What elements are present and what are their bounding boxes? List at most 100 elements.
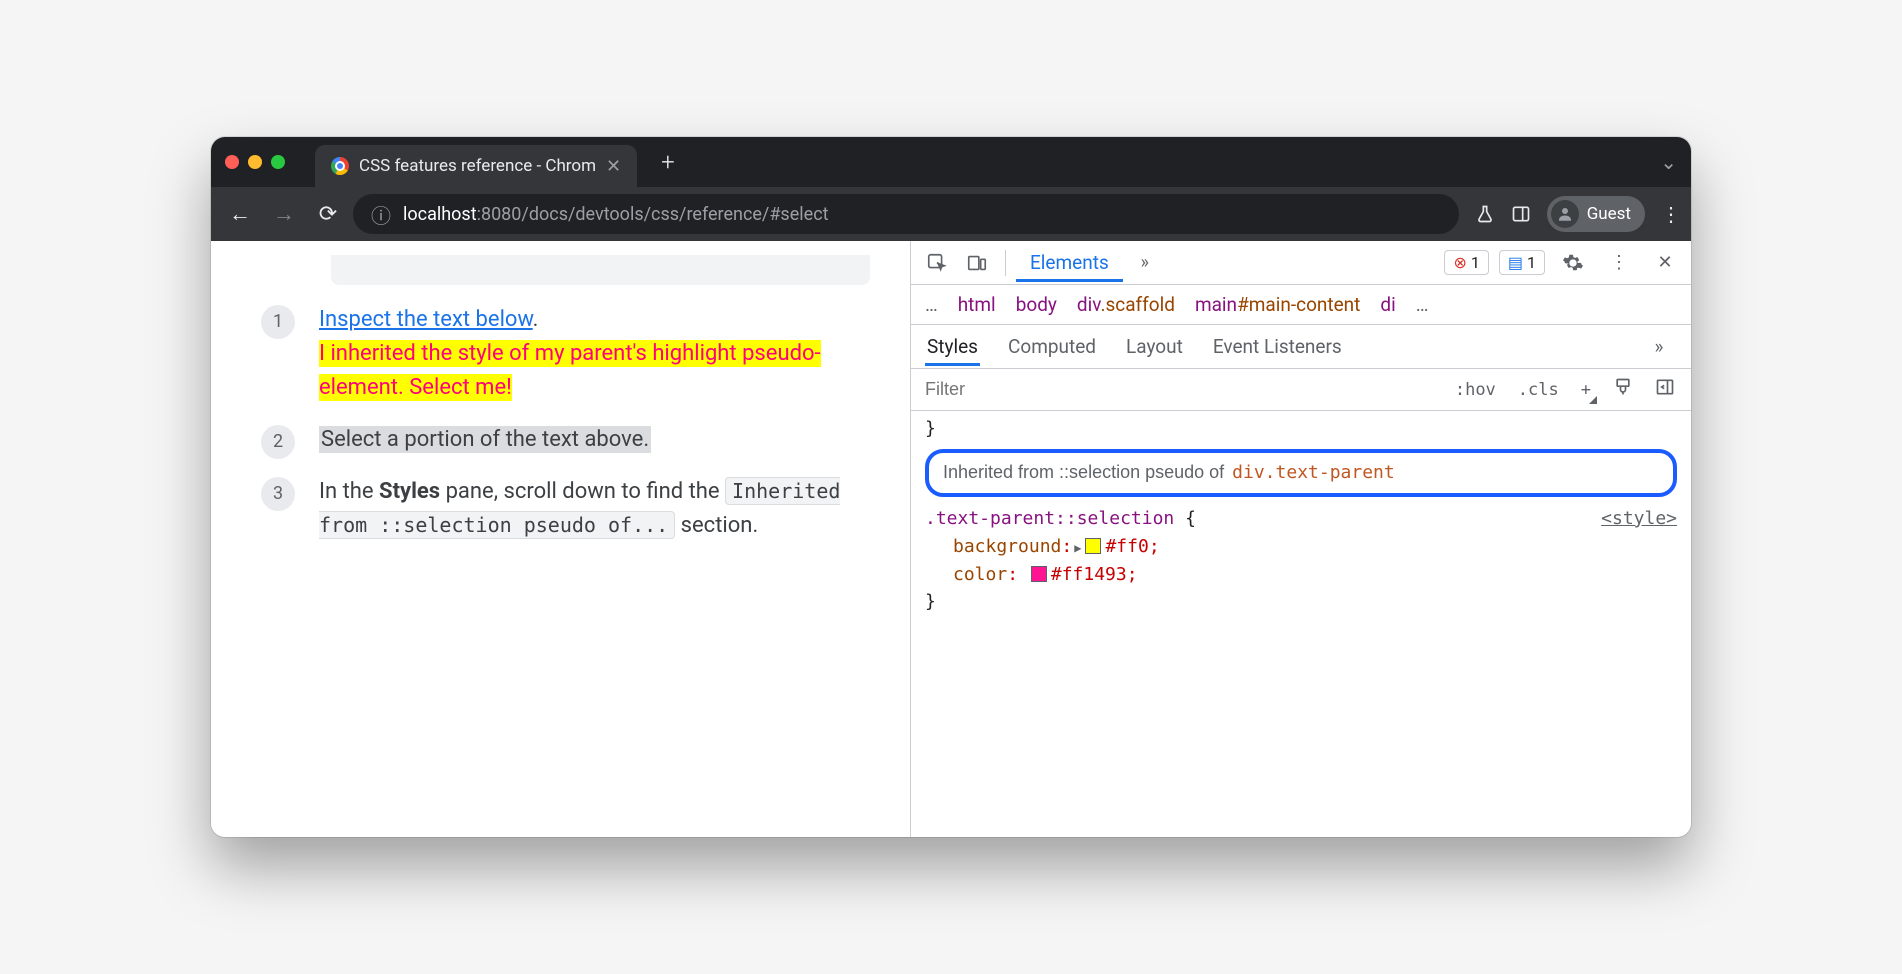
inspect-link[interactable]: Inspect the text below [319, 307, 533, 332]
separator [1005, 250, 1006, 276]
step3-mid: pane, scroll down to find the [440, 479, 725, 504]
chrome-favicon-icon [331, 157, 349, 175]
prop-color[interactable]: color: #ff1493; [953, 561, 1677, 589]
dom-breadcrumb: … html body div.scaffold main#main-conte… [911, 285, 1691, 325]
panel-icon[interactable] [1511, 204, 1531, 224]
site-info-icon[interactable]: ⓘ [371, 200, 391, 229]
rule-selector-wrap[interactable]: .text-parent::selection { [925, 505, 1196, 533]
bc-ellipsis-right[interactable]: … [1416, 293, 1429, 316]
tab-computed[interactable]: Computed [1006, 327, 1098, 366]
maximize-window-button[interactable] [271, 155, 285, 169]
inherited-selector: div.text-parent [1232, 459, 1395, 487]
step-1: Inspect the text below. I inherited the … [261, 303, 870, 405]
tab-elements[interactable]: Elements [1016, 243, 1123, 282]
page-content: Inspect the text below. I inherited the … [211, 241, 911, 837]
url-host: localhost [403, 204, 477, 225]
tabs-chevron-icon[interactable]: ⌄ [1660, 150, 1677, 174]
profile-guest-button[interactable]: Guest [1547, 196, 1645, 232]
minimize-window-button[interactable] [248, 155, 262, 169]
prev-rule-close: } [925, 415, 1677, 443]
traffic-lights [225, 155, 285, 169]
sidebar-toggle-icon[interactable] [1651, 375, 1679, 404]
color-swatch-icon[interactable] [1031, 566, 1047, 582]
styles-filter-row: :hov .cls + [911, 369, 1691, 411]
message-icon: ▤ [1508, 253, 1523, 272]
menu-icon[interactable]: ⋮ [1661, 202, 1681, 226]
hov-toggle[interactable]: :hov [1451, 378, 1500, 402]
inherited-text: Inherited from ::selection pseudo of [943, 459, 1224, 487]
bc-scaffold[interactable]: div.scaffold [1077, 293, 1175, 316]
brace-close: } [925, 588, 1677, 616]
browser-tab[interactable]: CSS features reference - Chrom ✕ [315, 145, 637, 187]
highlighted-text[interactable]: I inherited the style of my parent's hig… [319, 340, 821, 401]
styles-tabbar: Styles Computed Layout Event Listeners » [911, 325, 1691, 369]
prop-color-value: #ff1493 [1051, 564, 1127, 585]
url-port: :8080 [477, 204, 522, 225]
titlebar: CSS features reference - Chrom ✕ + ⌄ [211, 137, 1691, 187]
close-window-button[interactable] [225, 155, 239, 169]
device-toolbar-icon[interactable] [959, 245, 995, 281]
styles-more-icon[interactable]: » [1641, 329, 1677, 365]
new-tab-button[interactable]: + [661, 148, 675, 176]
tab-event-listeners[interactable]: Event Listeners [1211, 327, 1344, 366]
devtools-tabbar: Elements » ⊗1 ▤1 ⋮ ✕ [911, 241, 1691, 285]
close-devtools-icon[interactable]: ✕ [1647, 245, 1683, 281]
titlebar-right: ⌄ [1660, 150, 1677, 174]
messages-badge[interactable]: ▤1 [1499, 250, 1545, 275]
forward-button[interactable]: → [265, 195, 303, 233]
expand-icon[interactable]: ▶ [1074, 541, 1081, 555]
kebab-icon[interactable]: ⋮ [1601, 245, 1637, 281]
rule-selector-line: .text-parent::selection { <style> [925, 505, 1677, 533]
url-text: localhost:8080/docs/devtools/css/referen… [403, 204, 829, 225]
tab-styles[interactable]: Styles [925, 327, 980, 366]
rule-selector: .text-parent::selection [925, 508, 1174, 529]
tab-title: CSS features reference - Chrom [359, 156, 596, 176]
styles-filter-input[interactable] [911, 379, 1439, 400]
url-path: /docs/devtools/css/reference/#select [521, 204, 828, 225]
omnibox[interactable]: ⓘ localhost:8080/docs/devtools/css/refer… [353, 194, 1459, 234]
styles-body: } Inherited from ::selection pseudo of d… [911, 411, 1691, 636]
reload-button[interactable]: ⟳ [309, 195, 347, 233]
more-tabs-icon[interactable]: » [1127, 245, 1163, 281]
paintbrush-icon[interactable] [1609, 375, 1637, 404]
step2-text: Select a portion of the text above. [319, 426, 651, 453]
bc-di[interactable]: di [1380, 293, 1395, 316]
brace-open: { [1174, 508, 1196, 529]
bc-main[interactable]: main#main-content [1195, 293, 1360, 316]
new-rule-icon[interactable]: + [1577, 378, 1595, 402]
prop-bg-name: background [953, 536, 1061, 557]
filter-tools: :hov .cls + [1439, 375, 1691, 404]
inspect-element-icon[interactable] [919, 245, 955, 281]
toolbar-right: Guest ⋮ [1475, 196, 1681, 232]
toolbar: ← → ⟳ ⓘ localhost:8080/docs/devtools/css… [211, 187, 1691, 241]
error-icon: ⊗ [1453, 253, 1466, 272]
content-area: Inspect the text below. I inherited the … [211, 241, 1691, 837]
tab-close-icon[interactable]: ✕ [606, 156, 621, 177]
error-count: 1 [1471, 253, 1480, 272]
back-button[interactable]: ← [221, 195, 259, 233]
page-banner [331, 255, 870, 285]
bc-html[interactable]: html [958, 293, 996, 316]
rule-source-link[interactable]: <style> [1601, 505, 1677, 533]
errors-badge[interactable]: ⊗1 [1444, 250, 1488, 275]
tab-layout[interactable]: Layout [1124, 327, 1185, 366]
guest-label: Guest [1587, 204, 1631, 224]
prop-background[interactable]: background:▶#ff0; [953, 533, 1677, 561]
browser-window: CSS features reference - Chrom ✕ + ⌄ ← →… [211, 137, 1691, 837]
bg-swatch-icon[interactable] [1085, 538, 1101, 554]
step3-pre: In the [319, 479, 379, 504]
prop-color-name: color [953, 564, 1007, 585]
inherited-from-header[interactable]: Inherited from ::selection pseudo of div… [925, 449, 1677, 497]
bc-ellipsis-left[interactable]: … [925, 293, 938, 316]
bc-body[interactable]: body [1016, 293, 1057, 316]
message-count: 1 [1527, 253, 1536, 272]
step-2: Select a portion of the text above. [261, 423, 870, 457]
steps-list: Inspect the text below. I inherited the … [261, 303, 870, 544]
settings-icon[interactable] [1555, 245, 1591, 281]
avatar-icon [1551, 200, 1579, 228]
labs-icon[interactable] [1475, 204, 1495, 224]
devtools-panel: Elements » ⊗1 ▤1 ⋮ ✕ … html body div.sca… [911, 241, 1691, 837]
step-3: In the Styles pane, scroll down to find … [261, 475, 870, 543]
step3-bold: Styles [379, 479, 440, 504]
cls-toggle[interactable]: .cls [1514, 378, 1563, 402]
